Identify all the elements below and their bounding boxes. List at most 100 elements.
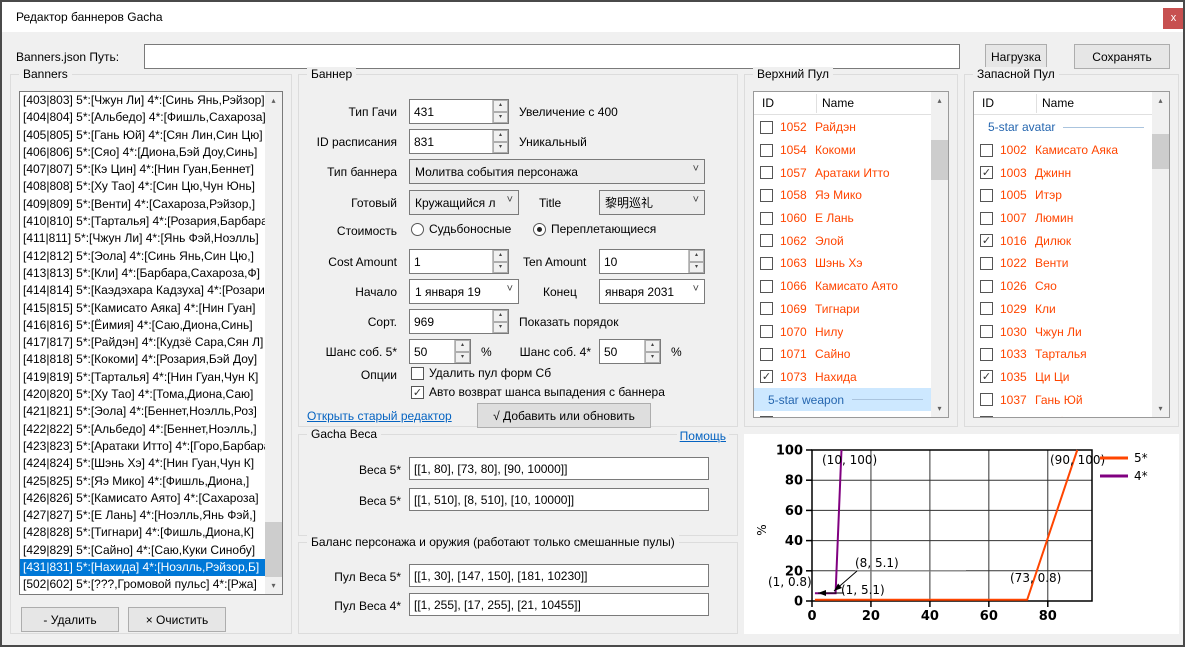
banner-list-item[interactable]: [424|824] 5*:[Шэнь Хэ] 4*:[Нин Гуан,Чун … [20,455,265,472]
pool-row[interactable]: 1007Люмин [974,207,1152,230]
row-checkbox[interactable] [760,416,773,417]
banner-type-select[interactable]: Молитва события персонажа [409,159,705,184]
spinner-up-icon[interactable]: ▴ [455,340,470,352]
pool-row[interactable]: 1054Кокоми [754,139,931,162]
open-old-editor-link[interactable]: Открыть старый редактор [307,409,452,423]
row-checkbox[interactable] [760,325,773,338]
row-checkbox[interactable] [760,280,773,293]
banner-list-item[interactable]: [409|809] 5*:[Венти] 4*:[Сахароза,Рэйзор… [20,196,265,213]
chance4-spinner[interactable]: 50 ▴▾ [599,339,661,364]
pool-row[interactable]: 1005Итэр [974,184,1152,207]
row-checkbox[interactable] [760,257,773,270]
pool-row[interactable]: 1069Тигнари [754,298,931,321]
pool-row[interactable]: 1071Сайно [754,343,931,366]
pool-row[interactable]: 1029Кли [974,298,1152,321]
delete-banner-button[interactable]: - Удалить [21,607,119,632]
pool-row[interactable]: 1058Яэ Мико [754,184,931,207]
banner-list-item[interactable]: [418|818] 5*:[Кокоми] 4*:[Розария,Бэй До… [20,351,265,368]
banner-list-item[interactable]: [405|805] 5*:[Гань Юй] 4*:[Сян Лин,Син Ц… [20,127,265,144]
scroll-thumb[interactable] [265,522,282,577]
banner-list-item[interactable]: [427|827] 5*:[Е Лань] 4*:[Ноэлль,Янь Фэй… [20,507,265,524]
load-button[interactable]: Нагрузка [985,44,1047,69]
spinner-down-icon[interactable]: ▾ [493,262,508,274]
pool-row[interactable]: 1038Альбедо [974,411,1152,417]
banner-list-item[interactable]: [502|602] 5*:[???,Громовой пульс] 4*:[Рж… [20,576,265,593]
pool-row[interactable]: 1022Венти [974,252,1152,275]
cost-radio-2[interactable]: Переплетающиеся [533,222,656,236]
row-checkbox[interactable] [760,302,773,315]
prefab-select[interactable]: Кружащийся л [409,190,519,215]
banners-listbox[interactable]: [403|803] 5*:[Чжун Ли] 4*:[Синь Янь,Рэйз… [19,91,283,595]
row-checkbox[interactable] [760,348,773,361]
pool-row[interactable]: 1033Тарталья [974,343,1152,366]
pool-row[interactable]: ✓1073Нахида [754,366,931,389]
row-checkbox[interactable] [980,189,993,202]
row-checkbox[interactable] [760,144,773,157]
row-checkbox[interactable] [980,348,993,361]
pool-row[interactable]: 1037Гань Юй [974,388,1152,411]
pool-row[interactable]: 1026Сяо [974,275,1152,298]
banner-list-item[interactable]: [412|812] 5*:[Эола] 4*:[Синь Янь,Син Цю,… [20,248,265,265]
spinner-up-icon[interactable]: ▴ [493,100,508,112]
row-checkbox[interactable] [980,257,993,270]
banner-list-item[interactable]: [415|815] 5*:[Камисато Аяка] 4*:[Нин Гуа… [20,300,265,317]
spinner-down-icon[interactable]: ▾ [493,322,508,334]
banners-scrollbar[interactable]: ▴ ▾ [265,92,282,594]
spinner-down-icon[interactable]: ▾ [493,112,508,124]
banner-list-item[interactable]: [431|831] 5*:[Нахида] 4*:[Ноэлль,Рэйзор,… [20,559,265,576]
upper-pool-table[interactable]: ID Name 1052Райдэн1054Кокоми1057Аратаки … [753,91,949,418]
add-or-update-button[interactable]: √ Добавить или обновить [477,403,651,428]
help-link[interactable]: Помощь [677,429,729,443]
row-checkbox[interactable] [760,234,773,247]
pool-row[interactable]: 11501Меч Сокола [754,411,931,417]
row-checkbox[interactable] [980,212,993,225]
ten-amount-spinner[interactable]: 10 ▴▾ [599,249,705,274]
pool-row[interactable]: 1062Элой [754,229,931,252]
row-checkbox[interactable]: ✓ [760,370,773,383]
scroll-thumb[interactable] [1152,134,1169,169]
banner-list-item[interactable]: [408|808] 5*:[Ху Тао] 4*:[Син Цю,Чун Юнь… [20,178,265,195]
banner-list-item[interactable]: [411|811] 5*:[Чжун Ли] 4*:[Янь Фэй,Ноэлл… [20,230,265,247]
pool-weights5-input[interactable]: [[1, 30], [147, 150], [181, 10230]] [409,564,709,587]
banner-list-item[interactable]: [423|823] 5*:[Аратаки Итто] 4*:[Горо,Бар… [20,438,265,455]
row-checkbox[interactable] [980,302,993,315]
spinner-up-icon[interactable]: ▴ [493,310,508,322]
spinner-down-icon[interactable]: ▾ [645,352,660,364]
sort-spinner[interactable]: 969 ▴▾ [409,309,509,334]
clear-banners-button[interactable]: × Очистить [128,607,226,632]
save-button[interactable]: Сохранять [1074,44,1170,69]
weights4-input[interactable]: [[1, 510], [8, 510], [10, 10000]] [409,488,709,511]
path-input[interactable] [144,44,960,69]
scroll-thumb[interactable] [931,140,948,180]
spinner-down-icon[interactable]: ▾ [689,262,704,274]
scroll-down-icon[interactable]: ▾ [931,400,948,417]
row-checkbox[interactable] [760,189,773,202]
pool-row[interactable]: ✓1003Джинн [974,161,1152,184]
banner-list-item[interactable]: [429|829] 5*:[Сайно] 4*:[Саю,Куки Синобу… [20,542,265,559]
row-checkbox[interactable]: ✓ [980,166,993,179]
schedule-id-spinner[interactable]: 831 ▴▾ [409,129,509,154]
banner-list-item[interactable]: [403|803] 5*:[Чжун Ли] 4*:[Синь Янь,Рэйз… [20,92,265,109]
row-checkbox[interactable] [980,144,993,157]
banner-list-item[interactable]: [410|810] 5*:[Тарталья] 4*:[Розария,Барб… [20,213,265,230]
title-select[interactable]: 黎明巡礼 [599,190,705,215]
pool-row[interactable]: 1057Аратаки Итто [754,161,931,184]
spinner-down-icon[interactable]: ▾ [493,142,508,154]
reserve-pool-scrollbar[interactable]: ▴ ▾ [1152,92,1169,417]
checkbox-icon[interactable] [411,367,424,380]
banner-list-item[interactable]: [426|826] 5*:[Камисато Аято] 4*:[Сахароз… [20,490,265,507]
banner-list-item[interactable]: [416|816] 5*:[Ёимия] 4*:[Саю,Диона,Синь] [20,317,265,334]
scroll-up-icon[interactable]: ▴ [931,92,948,109]
end-date-select[interactable]: января 2031 [599,279,705,304]
weights5-input[interactable]: [[1, 80], [73, 80], [90, 10000]] [409,457,709,480]
banner-list-item[interactable]: [414|814] 5*:[Каэдэхара Кадзуха] 4*:[Роз… [20,282,265,299]
banner-list-item[interactable]: [413|813] 5*:[Кли] 4*:[Барбара,Сахароза,… [20,265,265,282]
pool-weights4-input[interactable]: [[1, 255], [17, 255], [21, 10455]] [409,593,709,616]
row-checkbox[interactable]: ✓ [980,234,993,247]
pool-row[interactable]: 1066Камисато Аято [754,275,931,298]
row-checkbox[interactable] [760,121,773,134]
reserve-pool-table[interactable]: ID Name 5-star avatar1002Камисато Аяка✓1… [973,91,1170,418]
option-auto-return[interactable]: ✓ Авто возврат шанса выпадения с баннера [411,385,665,399]
row-checkbox[interactable] [760,212,773,225]
pool-row[interactable]: 1063Шэнь Хэ [754,252,931,275]
